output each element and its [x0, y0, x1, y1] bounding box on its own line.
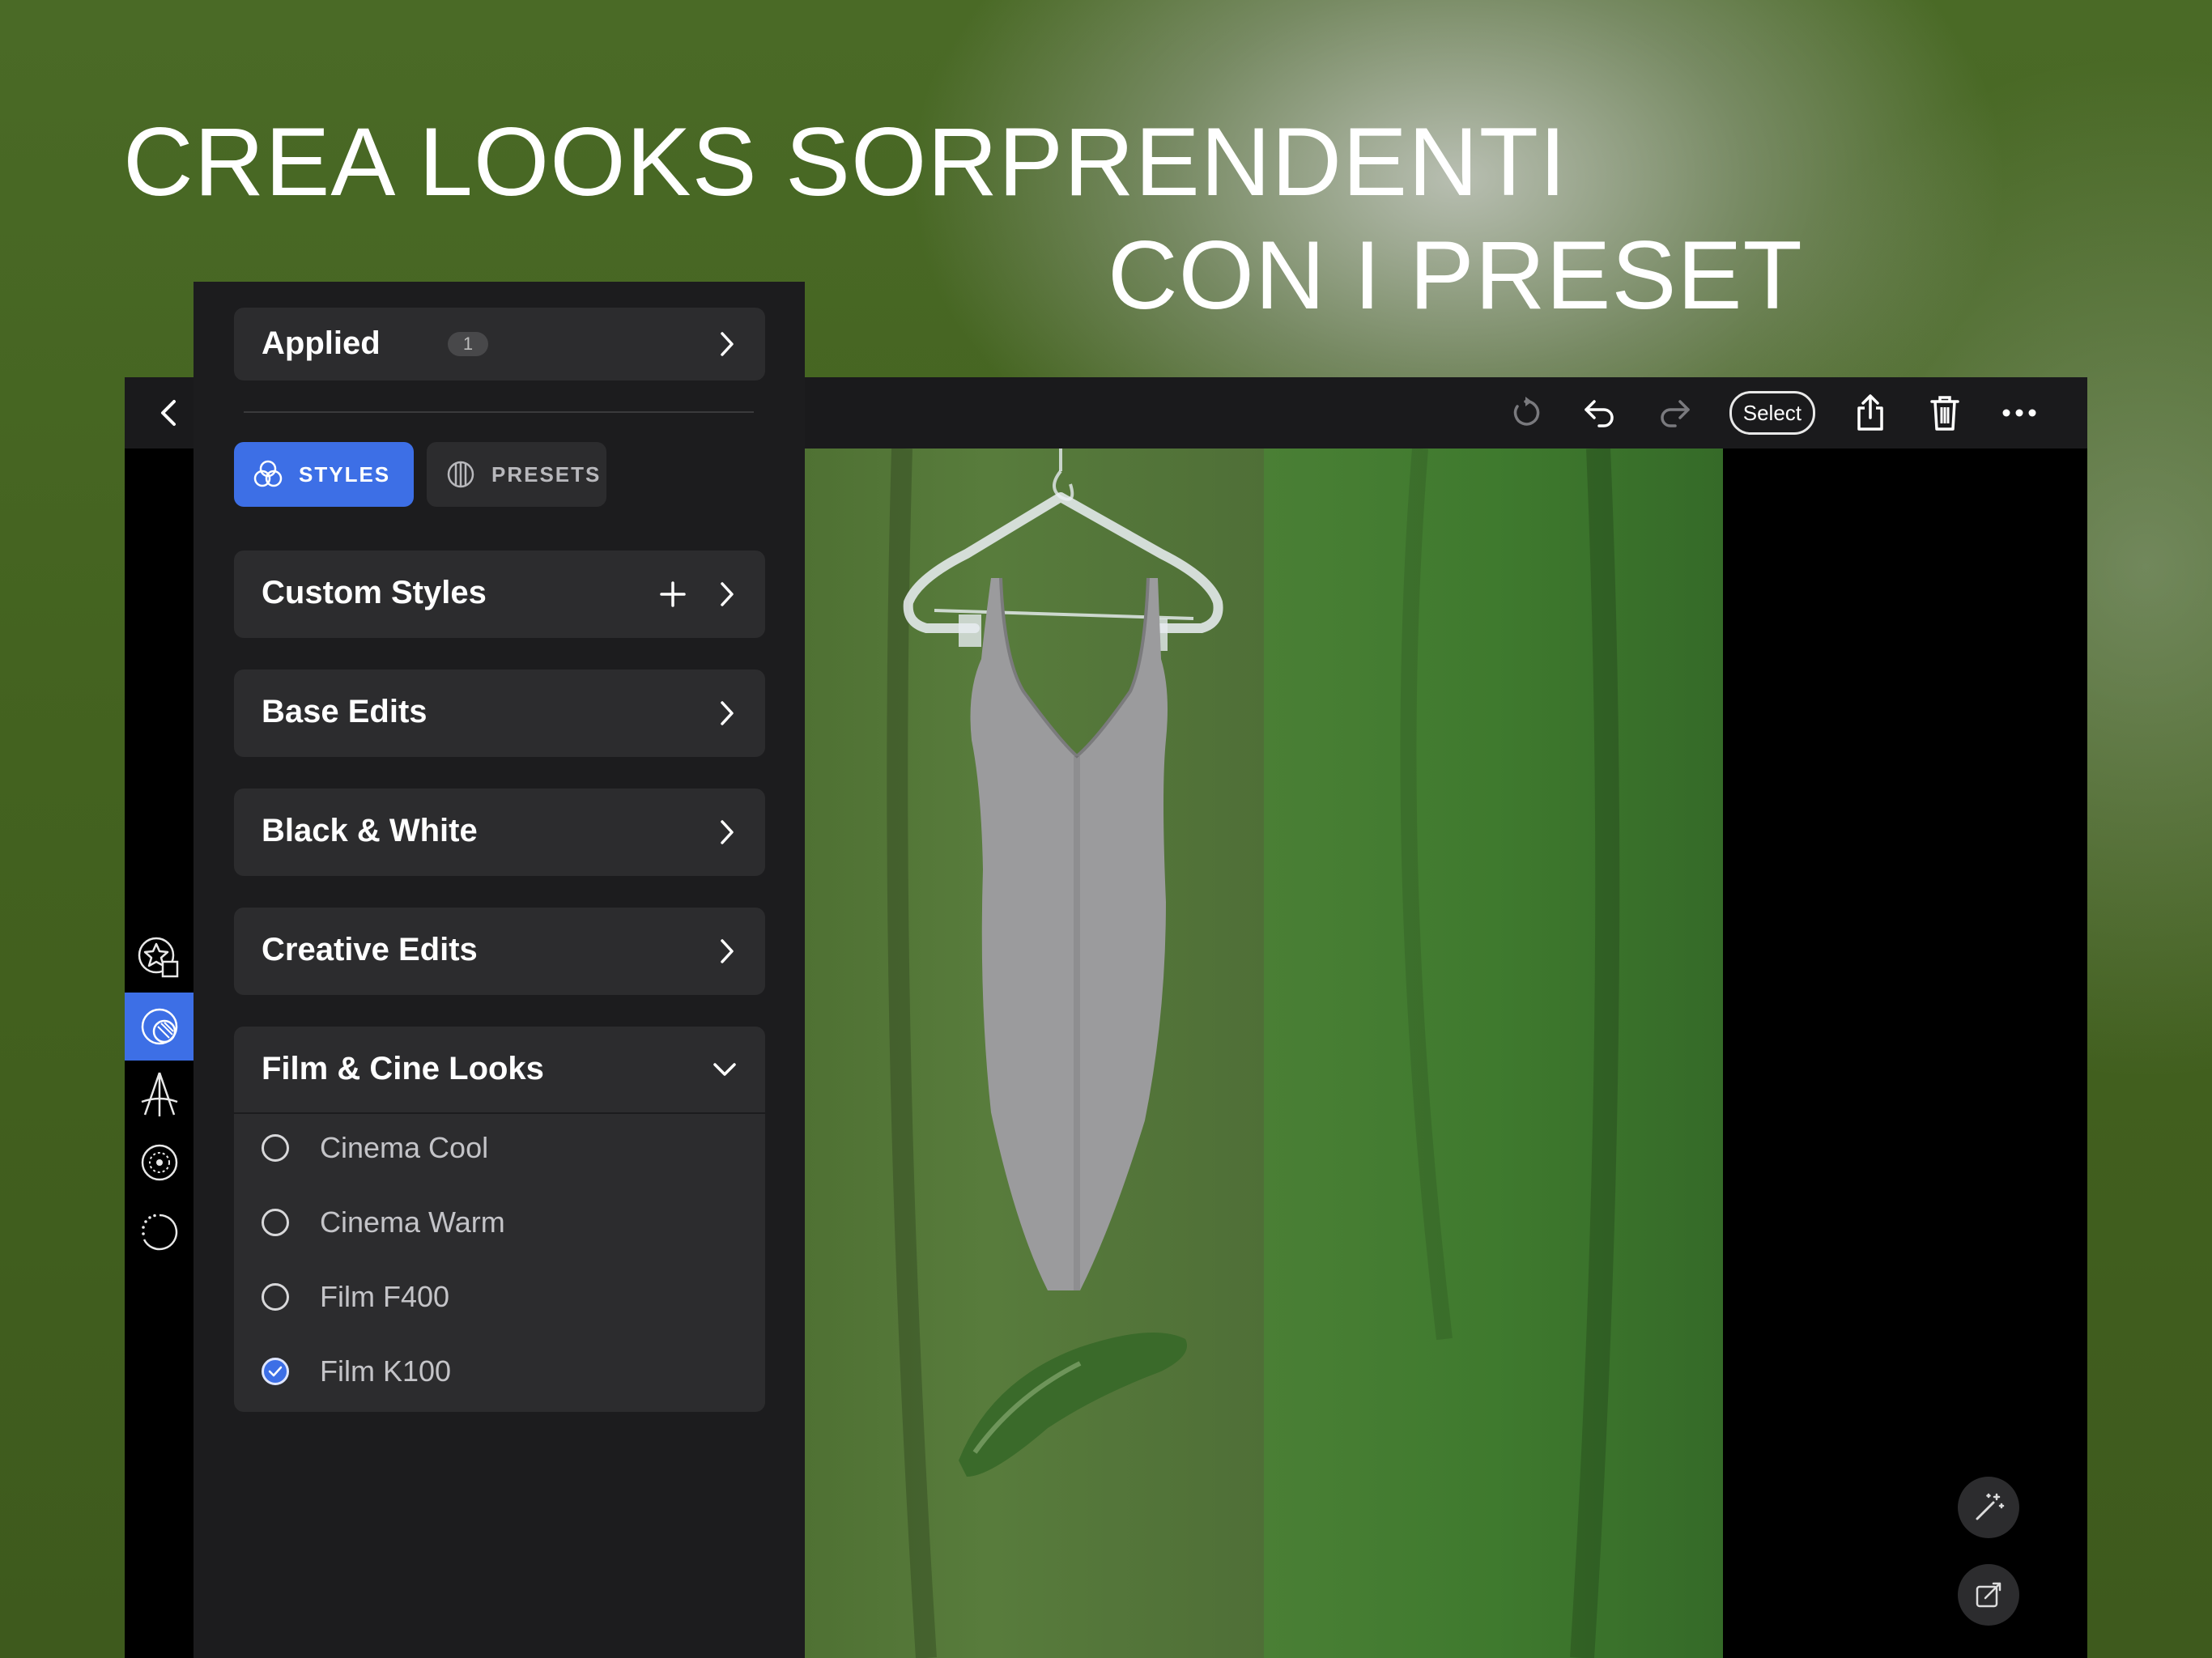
- trash-icon[interactable]: [1919, 389, 1971, 437]
- undo-icon[interactable]: [1574, 389, 1626, 437]
- group-label: Film & Cine Looks: [262, 1051, 544, 1086]
- group-black-white[interactable]: Black & White: [234, 789, 765, 876]
- group-creative-edits[interactable]: Creative Edits: [234, 908, 765, 995]
- garment-illustration: [887, 449, 1620, 1658]
- radio-unchecked[interactable]: [262, 1209, 289, 1236]
- group-film-cine-header[interactable]: Film & Cine Looks: [234, 1027, 765, 1112]
- radio-unchecked[interactable]: [262, 1134, 289, 1162]
- chevron-right-icon: [721, 582, 734, 606]
- radio-checked[interactable]: [262, 1358, 289, 1385]
- more-icon[interactable]: [1993, 389, 2045, 437]
- tab-styles[interactable]: STYLES: [234, 442, 414, 507]
- group-label: Creative Edits: [262, 932, 478, 967]
- tab-presets[interactable]: PRESETS: [427, 442, 606, 507]
- tab-presets-label: PRESETS: [491, 461, 602, 487]
- preset-item-cinema-warm[interactable]: Cinema Warm: [262, 1198, 505, 1247]
- back-chevron-icon[interactable]: [147, 392, 189, 434]
- share-icon[interactable]: [1844, 389, 1896, 437]
- group-film-cine-looks: Film & Cine Looks Cinema Cool Cinema War…: [234, 1027, 765, 1412]
- headline-line-2: CON I PRESET: [1108, 221, 1803, 329]
- dotted-circle-icon[interactable]: [125, 1198, 194, 1266]
- applied-count-badge: 1: [448, 332, 488, 356]
- panel-divider: [244, 411, 754, 413]
- preset-label: Cinema Warm: [320, 1205, 505, 1239]
- toolbar-actions: Select: [1499, 389, 2045, 437]
- star-shapes-icon[interactable]: [125, 923, 194, 991]
- perspective-icon[interactable]: [125, 1061, 194, 1129]
- chevron-right-icon: [721, 701, 734, 725]
- chevron-right-icon: [721, 332, 734, 356]
- group-divider: [234, 1112, 765, 1114]
- tool-rail: [125, 449, 194, 1658]
- headline-line-1: CREA LOOKS SORPRENDENTI: [123, 108, 1568, 216]
- add-icon[interactable]: [658, 580, 687, 609]
- group-base-edits[interactable]: Base Edits: [234, 670, 765, 757]
- radio-unchecked[interactable]: [262, 1283, 289, 1311]
- chevron-right-icon: [721, 939, 734, 963]
- preset-item-film-k100[interactable]: Film K100: [262, 1347, 451, 1396]
- chevron-down-icon: [713, 1063, 736, 1076]
- styles-panel: Applied 1 STYLES PRESETS Custom Styles B…: [194, 282, 805, 1658]
- photo-canvas[interactable]: [805, 449, 1723, 1658]
- preset-item-cinema-cool[interactable]: Cinema Cool: [262, 1124, 488, 1172]
- styles-icon[interactable]: [125, 993, 194, 1061]
- group-custom-styles[interactable]: Custom Styles: [234, 551, 765, 638]
- checkmark-icon: [268, 1366, 283, 1377]
- chevron-right-icon: [721, 820, 734, 844]
- magic-wand-icon[interactable]: [1958, 1477, 2019, 1538]
- applied-label: Applied: [262, 325, 381, 361]
- preset-label: Film F400: [320, 1280, 450, 1313]
- lens-icon[interactable]: [125, 1129, 194, 1197]
- revert-icon[interactable]: [1499, 389, 1551, 437]
- export-edit-icon[interactable]: [1958, 1564, 2019, 1626]
- group-label: Base Edits: [262, 694, 428, 729]
- preset-item-film-f400[interactable]: Film F400: [262, 1273, 449, 1321]
- redo-icon[interactable]: [1648, 389, 1700, 437]
- applied-row[interactable]: Applied 1: [234, 308, 765, 380]
- group-label: Custom Styles: [262, 575, 487, 610]
- styles-tab-icon: [253, 460, 283, 487]
- group-label: Black & White: [262, 813, 478, 848]
- presets-tab-icon: [447, 461, 474, 488]
- preset-label: Film K100: [320, 1354, 452, 1388]
- tab-styles-label: STYLES: [299, 461, 391, 487]
- preset-label: Cinema Cool: [320, 1131, 489, 1164]
- select-button[interactable]: Select: [1729, 391, 1815, 435]
